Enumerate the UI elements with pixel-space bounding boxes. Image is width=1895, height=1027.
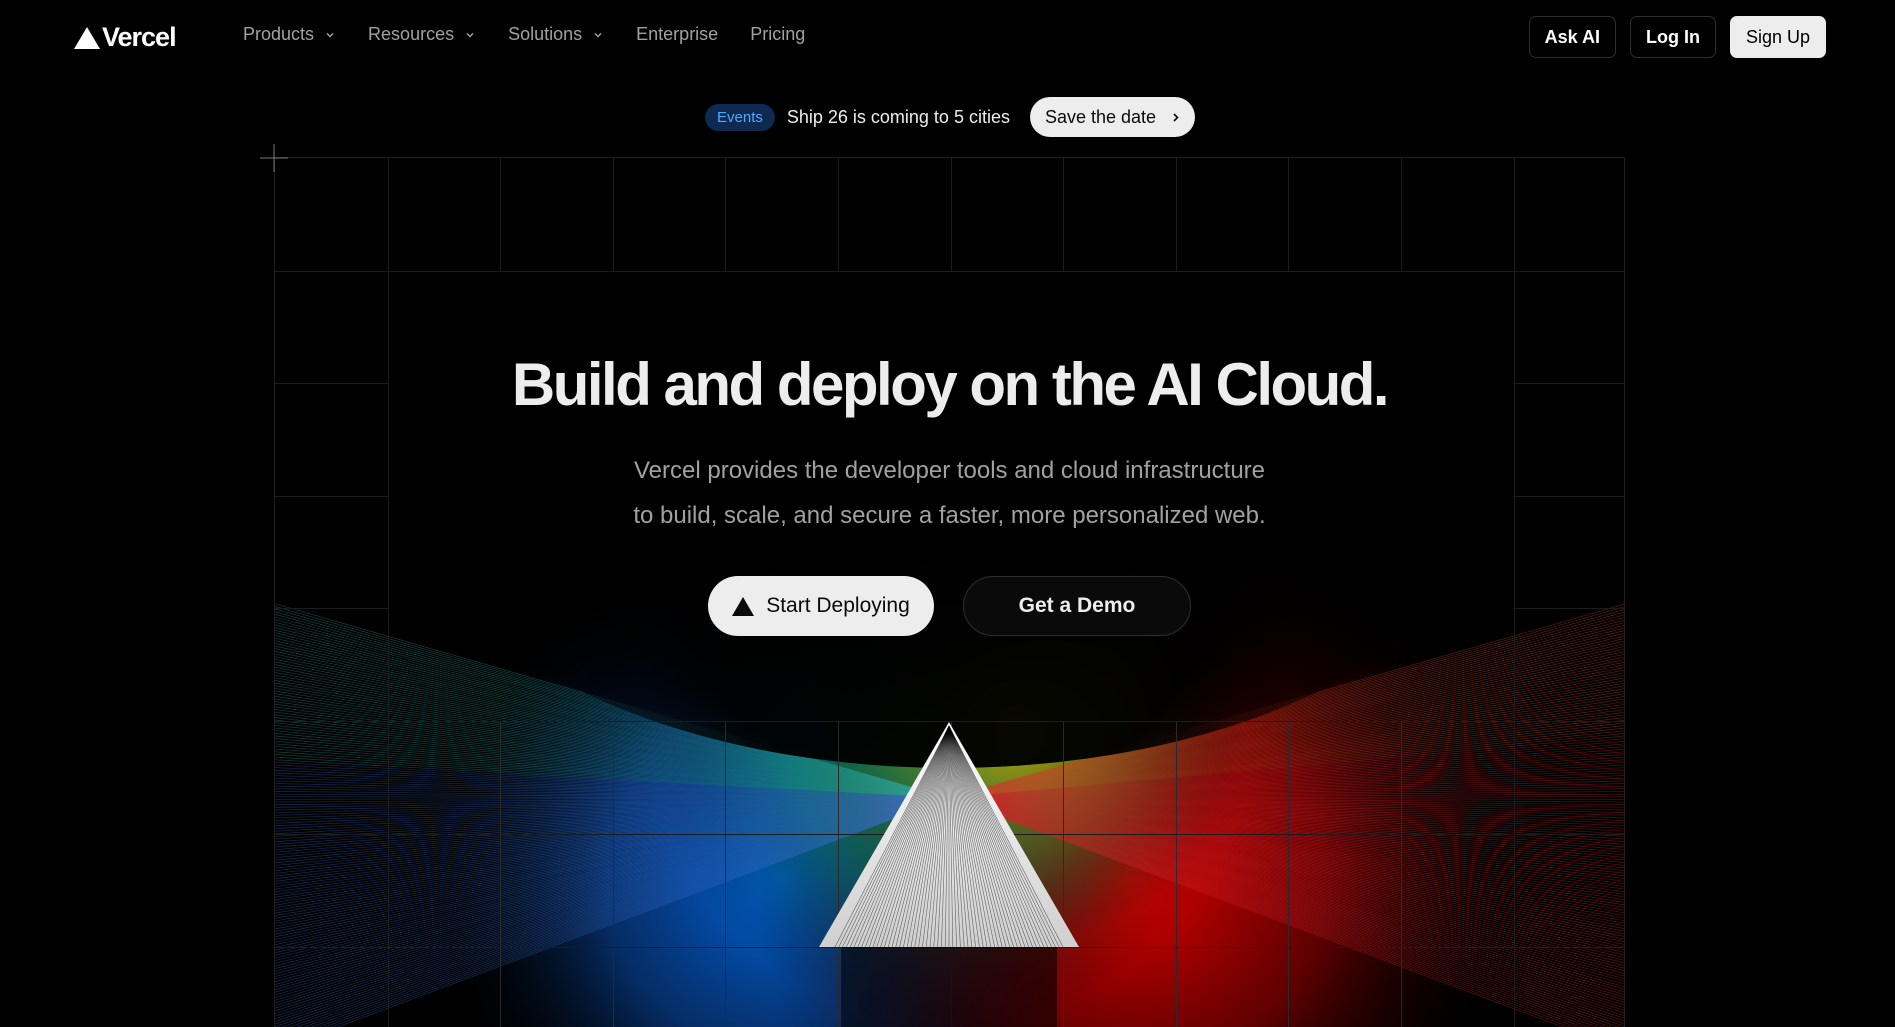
nav-solutions-label: Solutions bbox=[508, 24, 583, 44]
announcement-banner: Events Ship 26 is coming to 5 cities Sav… bbox=[705, 97, 1196, 137]
sign-up-button[interactable]: Sign Up bbox=[1729, 16, 1826, 58]
save-the-date-label: Save the date bbox=[1044, 106, 1157, 127]
chevron-down-icon bbox=[466, 32, 474, 38]
corner-plus-icon bbox=[260, 144, 288, 172]
top-nav: Vercel Products Resources Solutions Ente… bbox=[0, 0, 1895, 74]
vercel-triangle-icon bbox=[74, 26, 100, 49]
nav-enterprise-label: Enterprise bbox=[636, 24, 719, 44]
vercel-triangle-icon bbox=[732, 596, 755, 616]
nav-actions: Ask AI Log In Sign Up bbox=[1528, 16, 1826, 58]
nav-solutions[interactable]: Solutions bbox=[508, 24, 604, 45]
nav-pricing-label: Pricing bbox=[750, 24, 806, 44]
hero-subtitle-line-2: to build, scale, and secure a faster, mo… bbox=[633, 502, 1266, 529]
log-in-button[interactable]: Log In bbox=[1629, 16, 1716, 58]
prism-shadow bbox=[841, 947, 1057, 1027]
vercel-logo[interactable]: Vercel bbox=[74, 22, 177, 53]
nav-pricing[interactable]: Pricing bbox=[750, 24, 805, 45]
ask-ai-button[interactable]: Ask AI bbox=[1528, 16, 1616, 58]
hero-title: Build and deploy on the AI Cloud. bbox=[511, 351, 1390, 418]
hero-subtitle-line-1: Vercel provides the developer tools and … bbox=[633, 457, 1266, 484]
nav-links: Products Resources Solutions Enterprise … bbox=[243, 24, 837, 45]
hero-cta-row: Start Deploying Get a Demo bbox=[708, 576, 1191, 636]
chevron-right-icon bbox=[1173, 112, 1179, 122]
brand-name: Vercel bbox=[102, 22, 177, 52]
get-a-demo-button[interactable]: Get a Demo bbox=[963, 576, 1191, 636]
start-deploying-label: Start Deploying bbox=[766, 594, 910, 617]
chevron-down-icon bbox=[594, 32, 602, 38]
save-the-date-button[interactable]: Save the date bbox=[1029, 97, 1196, 137]
nav-resources[interactable]: Resources bbox=[368, 24, 476, 45]
nav-products[interactable]: Products bbox=[243, 24, 336, 45]
nav-enterprise[interactable]: Enterprise bbox=[636, 24, 718, 45]
start-deploying-button[interactable]: Start Deploying bbox=[708, 576, 934, 636]
hero-subtitle: Vercel provides the developer tools and … bbox=[274, 448, 1625, 538]
nav-resources-label: Resources bbox=[368, 24, 455, 44]
nav-products-label: Products bbox=[243, 24, 315, 44]
events-badge: Events bbox=[705, 103, 775, 131]
chevron-down-icon bbox=[326, 32, 334, 38]
banner-text: Ship 26 is coming to 5 cities bbox=[786, 106, 1010, 127]
